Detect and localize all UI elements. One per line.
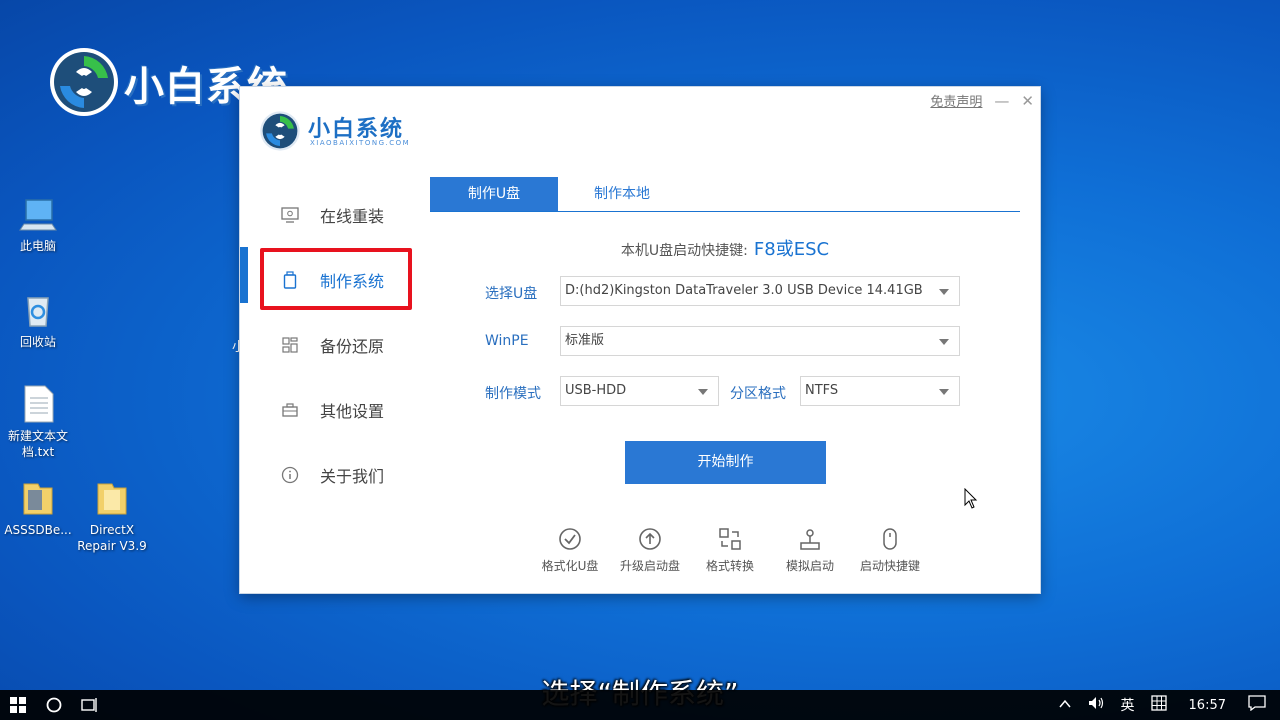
tab-make-usb[interactable]: 制作U盘 <box>430 177 558 211</box>
chevron-down-icon <box>698 389 708 395</box>
upload-circle-icon <box>639 528 661 550</box>
monitor-icon <box>280 205 300 225</box>
windows-start-icon[interactable] <box>10 697 26 713</box>
disclaimer-link[interactable]: 免责声明 <box>930 91 982 110</box>
sidebar-item-backup-restore[interactable]: 备份还原 <box>240 312 420 377</box>
computer-icon <box>19 199 57 231</box>
tool-format-convert[interactable]: 格式转换 <box>690 527 770 574</box>
tool-label: 格式化U盘 <box>541 559 599 573</box>
partition-select[interactable]: NTFS <box>800 376 960 406</box>
desktop-icon-label: 新建文本文档.txt <box>7 429 68 459</box>
joystick-icon <box>800 529 820 550</box>
sidebar-item-make-system[interactable]: 制作系统 <box>240 247 420 312</box>
notification-icon[interactable] <box>1248 695 1266 715</box>
desktop-icon-label: ASSSDBe... <box>4 523 72 537</box>
ime-indicator[interactable]: 英 <box>1121 695 1135 715</box>
sidebar-item-label: 备份还原 <box>320 336 385 356</box>
tool-simulate-boot[interactable]: 模拟启动 <box>770 527 850 574</box>
chevron-down-icon <box>939 389 949 395</box>
app-logo-icon <box>260 111 300 151</box>
tool-label: 升级启动盘 <box>619 559 680 573</box>
folder-icon <box>23 483 53 515</box>
system-tray: 英 16:57 <box>1051 690 1280 720</box>
folder-icon <box>97 483 127 515</box>
start-make-button[interactable]: 开始制作 <box>625 441 826 484</box>
text-file-icon <box>24 385 54 423</box>
clock[interactable]: 16:57 <box>1189 698 1226 713</box>
recycle-bin-icon <box>27 297 49 327</box>
taskbar: 英 16:57 <box>0 690 1280 720</box>
desktop-icon-this-pc[interactable]: 此电脑 <box>0 196 76 254</box>
task-view-icon[interactable] <box>81 696 99 714</box>
usb-select-label: 选择U盘 <box>485 286 538 302</box>
hotkey-info: 本机U盘启动快捷键: F8或ESC <box>430 235 1020 261</box>
sidebar-item-about-us[interactable]: 关于我们 <box>240 442 420 507</box>
partition-value: NTFS <box>805 383 839 398</box>
tool-upgrade-boot-disk[interactable]: 升级启动盘 <box>610 527 690 574</box>
chevron-down-icon <box>939 289 949 295</box>
tool-label: 启动快捷键 <box>859 559 920 573</box>
chevron-up-icon[interactable] <box>1058 698 1071 713</box>
winpe-value: 标准版 <box>565 333 605 348</box>
sidebar-item-label: 在线重装 <box>320 206 385 226</box>
desktop-icon-label: 回收站 <box>19 335 56 349</box>
check-circle-icon <box>559 528 581 550</box>
tool-format-usb[interactable]: 格式化U盘 <box>530 527 610 574</box>
volume-icon[interactable] <box>1087 696 1105 714</box>
close-button[interactable]: ✕ <box>1021 92 1034 110</box>
usb-device-value: D:(hd2)Kingston DataTraveler 3.0 USB Dev… <box>565 283 923 298</box>
winpe-label: WinPE <box>485 333 529 349</box>
mode-value: USB-HDD <box>565 383 627 398</box>
mode-label: 制作模式 <box>485 386 541 402</box>
toolbox-icon <box>280 400 300 420</box>
sidebar-item-online-reinstall[interactable]: 在线重装 <box>240 182 420 247</box>
tool-boot-hotkey[interactable]: 启动快捷键 <box>850 527 930 574</box>
cortana-search-icon[interactable] <box>45 696 63 714</box>
desktop-icon-label: 此电脑 <box>19 239 56 253</box>
info-icon <box>280 465 300 485</box>
convert-icon <box>719 528 741 550</box>
tool-label: 格式转换 <box>705 559 754 573</box>
mouse-icon <box>883 528 897 550</box>
tab-bar: 制作U盘 制作本地 <box>430 177 1020 212</box>
window-controls: 免责声明 — ✕ <box>930 91 1034 111</box>
xiaobai-app-window: 小白系统 XIAOBAIXITONG.COM 免责声明 — ✕ 在线重装 制作系… <box>240 87 1040 593</box>
xiaobai-logo-icon <box>50 48 118 116</box>
tool-row: 格式化U盘 升级启动盘 格式转换 模拟启动 启动快捷键 <box>530 527 930 574</box>
mode-select[interactable]: USB-HDD <box>560 376 719 406</box>
partition-label: 分区格式 <box>730 386 786 402</box>
desktop-icon-directx-repair[interactable]: DirectX Repair V3.9 <box>74 478 150 554</box>
grid-icon <box>280 335 300 355</box>
red-highlight-box <box>260 248 412 310</box>
usb-device-select[interactable]: D:(hd2)Kingston DataTraveler 3.0 USB Dev… <box>560 276 960 306</box>
desktop-icon-asssd[interactable]: ASSSDBe... <box>0 478 76 538</box>
desktop-icon-text-doc[interactable]: 新建文本文档.txt <box>0 384 76 460</box>
sidebar-item-label: 其他设置 <box>320 401 385 421</box>
keyboard-grid-icon[interactable] <box>1150 695 1167 715</box>
app-brand-subtitle: XIAOBAIXITONG.COM <box>310 139 411 147</box>
sidebar: 在线重装 制作系统 备份还原 其他设置 关于我们 <box>240 182 420 507</box>
tab-make-local[interactable]: 制作本地 <box>558 177 686 211</box>
minimize-button[interactable]: — <box>994 92 1009 110</box>
tool-label: 模拟启动 <box>785 559 834 573</box>
desktop-icon-recycle-bin[interactable]: 回收站 <box>0 290 76 350</box>
hotkey-value: F8或ESC <box>753 239 830 260</box>
hotkey-label: 本机U盘启动快捷键: <box>620 243 748 259</box>
desktop-icon-label: DirectX Repair V3.9 <box>77 523 147 553</box>
chevron-down-icon <box>939 339 949 345</box>
sidebar-item-other-settings[interactable]: 其他设置 <box>240 377 420 442</box>
sidebar-item-label: 关于我们 <box>320 466 385 486</box>
mouse-cursor-icon <box>964 488 978 509</box>
winpe-select[interactable]: 标准版 <box>560 326 960 356</box>
